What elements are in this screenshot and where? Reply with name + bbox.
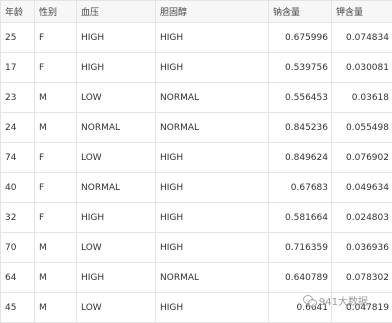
cell-cholesterol: HIGH xyxy=(156,173,269,203)
cell-blood-pressure: LOW xyxy=(77,293,156,323)
cell-sex: F xyxy=(35,53,77,83)
cell-sodium: 0.556453 xyxy=(269,83,332,113)
cell-sodium: 0.581664 xyxy=(269,203,332,233)
table-row: 45 M LOW HIGH 0.6641 0.047819 xyxy=(1,293,392,323)
cell-blood-pressure: LOW xyxy=(77,143,156,173)
cell-cholesterol: HIGH xyxy=(156,53,269,83)
cell-blood-pressure: LOW xyxy=(77,233,156,263)
cell-age: 64 xyxy=(1,263,35,293)
header-potassium: 钾含量 xyxy=(332,1,392,23)
cell-blood-pressure: HIGH xyxy=(77,263,156,293)
cell-sex: M xyxy=(35,293,77,323)
header-cholesterol: 胆固醇 xyxy=(156,1,269,23)
cell-potassium: 0.074834 xyxy=(332,23,392,53)
cell-age: 17 xyxy=(1,53,35,83)
cell-potassium: 0.03618 xyxy=(332,83,392,113)
cell-cholesterol: NORMAL xyxy=(156,113,269,143)
cell-sex: F xyxy=(35,203,77,233)
table-row: 17 F HIGH HIGH 0.539756 0.030081 xyxy=(1,53,392,83)
table-row: 24 M NORMAL NORMAL 0.845236 0.055498 xyxy=(1,113,392,143)
table-body: 25 F HIGH HIGH 0.675996 0.074834 17 F HI… xyxy=(1,23,392,323)
cell-blood-pressure: LOW xyxy=(77,83,156,113)
cell-age: 70 xyxy=(1,233,35,263)
cell-age: 32 xyxy=(1,203,35,233)
cell-cholesterol: NORMAL xyxy=(156,83,269,113)
cell-cholesterol: HIGH xyxy=(156,203,269,233)
table-row: 25 F HIGH HIGH 0.675996 0.074834 xyxy=(1,23,392,53)
cell-potassium: 0.049634 xyxy=(332,173,392,203)
cell-sodium: 0.640789 xyxy=(269,263,332,293)
table-row: 74 F LOW HIGH 0.849624 0.076902 xyxy=(1,143,392,173)
cell-cholesterol: HIGH xyxy=(156,143,269,173)
header-sodium: 钠含量 xyxy=(269,1,332,23)
cell-sex: M xyxy=(35,113,77,143)
table-header: 年龄 性别 血压 胆固醇 钠含量 钾含量 xyxy=(1,1,392,23)
cell-potassium: 0.047819 xyxy=(332,293,392,323)
cell-sex: M xyxy=(35,263,77,293)
cell-sodium: 0.845236 xyxy=(269,113,332,143)
cell-cholesterol: HIGH xyxy=(156,23,269,53)
cell-blood-pressure: HIGH xyxy=(77,53,156,83)
table-row: 64 M HIGH NORMAL 0.640789 0.078302 xyxy=(1,263,392,293)
cell-blood-pressure: NORMAL xyxy=(77,173,156,203)
table-row: 32 F HIGH HIGH 0.581664 0.024803 xyxy=(1,203,392,233)
header-sex: 性别 xyxy=(35,1,77,23)
cell-blood-pressure: HIGH xyxy=(77,23,156,53)
cell-age: 45 xyxy=(1,293,35,323)
cell-sodium: 0.539756 xyxy=(269,53,332,83)
cell-potassium: 0.036936 xyxy=(332,233,392,263)
cell-cholesterol: NORMAL xyxy=(156,263,269,293)
cell-age: 74 xyxy=(1,143,35,173)
cell-sex: F xyxy=(35,173,77,203)
cell-sex: M xyxy=(35,233,77,263)
cell-cholesterol: HIGH xyxy=(156,233,269,263)
table-row: 70 M LOW HIGH 0.716359 0.036936 xyxy=(1,233,392,263)
cell-sex: F xyxy=(35,23,77,53)
cell-sodium: 0.849624 xyxy=(269,143,332,173)
cell-age: 23 xyxy=(1,83,35,113)
cell-age: 25 xyxy=(1,23,35,53)
cell-age: 24 xyxy=(1,113,35,143)
cell-sodium: 0.67683 xyxy=(269,173,332,203)
header-row: 年龄 性别 血压 胆固醇 钠含量 钾含量 xyxy=(1,1,392,23)
cell-cholesterol: HIGH xyxy=(156,293,269,323)
cell-potassium: 0.076902 xyxy=(332,143,392,173)
cell-sex: M xyxy=(35,83,77,113)
cell-sex: F xyxy=(35,143,77,173)
table-row: 23 M LOW NORMAL 0.556453 0.03618 xyxy=(1,83,392,113)
cell-potassium: 0.030081 xyxy=(332,53,392,83)
header-blood-pressure: 血压 xyxy=(77,1,156,23)
cell-sodium: 0.6641 xyxy=(269,293,332,323)
cell-potassium: 0.078302 xyxy=(332,263,392,293)
table-row: 40 F NORMAL HIGH 0.67683 0.049634 xyxy=(1,173,392,203)
cell-potassium: 0.024803 xyxy=(332,203,392,233)
cell-blood-pressure: HIGH xyxy=(77,203,156,233)
cell-age: 40 xyxy=(1,173,35,203)
cell-sodium: 0.675996 xyxy=(269,23,332,53)
cell-sodium: 0.716359 xyxy=(269,233,332,263)
cell-blood-pressure: NORMAL xyxy=(77,113,156,143)
cell-potassium: 0.055498 xyxy=(332,113,392,143)
header-age: 年龄 xyxy=(1,1,35,23)
data-table: 年龄 性别 血压 胆固醇 钠含量 钾含量 25 F HIGH HIGH 0.67… xyxy=(0,0,392,323)
